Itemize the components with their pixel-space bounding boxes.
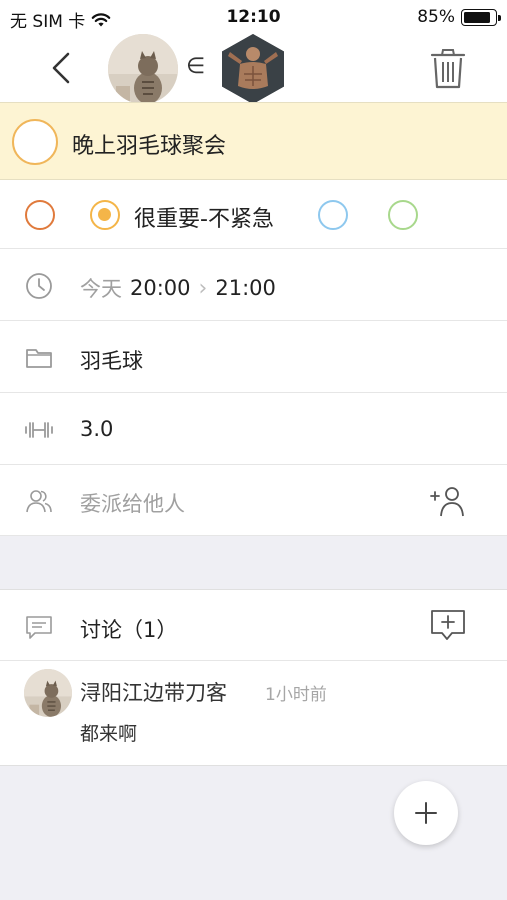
delegate-placeholder: 委派给他人 <box>80 492 185 516</box>
time-range: 今天 20:00 › 21:00 <box>80 273 276 303</box>
trash-icon[interactable] <box>428 46 468 90</box>
time-start[interactable]: 20:00 <box>130 276 191 300</box>
time-row[interactable]: 今天 20:00 › 21:00 <box>0 249 507 321</box>
chevron-left-icon[interactable] <box>42 48 82 88</box>
priority-urgent-important[interactable] <box>25 200 55 230</box>
discussion-label: 讨论（1） <box>80 618 178 642</box>
task-title[interactable]: 晚上羽毛球聚会 <box>72 128 226 160</box>
battery-level <box>464 11 490 23</box>
add-button[interactable] <box>394 781 458 845</box>
priority-row: 很重要-不紧急 <box>0 180 507 249</box>
section-spacer <box>0 536 507 590</box>
battery-icon <box>461 8 501 26</box>
cat-avatar-image <box>24 669 72 717</box>
battery-group: 85% <box>417 7 501 27</box>
task-title-row: 晚上羽毛球聚会 <box>0 102 507 180</box>
clock-icon <box>26 273 52 299</box>
weight-row[interactable]: 3.0 <box>0 393 507 465</box>
status-bar: 无 SIM 卡 12:10 85% <box>0 0 507 34</box>
muscle-man-avatar-image <box>222 34 284 104</box>
owner-avatar[interactable] <box>108 34 178 104</box>
priority-selected-dot <box>98 208 111 221</box>
category-value: 羽毛球 <box>80 349 143 373</box>
belongs-to-icon: ∈ <box>186 54 206 79</box>
delegate-row[interactable]: 委派给他人 <box>0 464 507 536</box>
cat-avatar-image <box>108 34 178 104</box>
battery-percent: 85% <box>417 7 455 27</box>
comment-author: 浔阳江边带刀客 <box>80 681 227 705</box>
task-complete-checkbox[interactable] <box>12 119 58 165</box>
priority-urgent-not-important[interactable] <box>318 200 348 230</box>
comment-icon <box>26 616 52 639</box>
folder-icon <box>26 349 52 368</box>
comment-item: 浔阳江边带刀客 1小时前 都来啊 <box>0 661 507 765</box>
priority-not-urgent-not-important[interactable] <box>388 200 418 230</box>
member-avatar[interactable] <box>222 34 284 104</box>
time-end[interactable]: 21:00 <box>215 276 276 300</box>
add-person-icon[interactable] <box>428 484 468 518</box>
dumbbell-icon <box>25 422 53 438</box>
people-icon <box>26 490 52 513</box>
weight-value: 3.0 <box>80 417 114 441</box>
plus-icon <box>415 802 437 824</box>
nav-bar: ∈ <box>0 34 507 104</box>
priority-important-not-urgent[interactable] <box>90 200 120 230</box>
add-comment-icon[interactable] <box>430 608 466 642</box>
comment-author-avatar[interactable] <box>24 669 72 717</box>
chevron-right-icon: › <box>198 275 208 301</box>
time-day: 今天 <box>80 277 122 301</box>
discussion-header: 讨论（1） <box>0 590 507 661</box>
priority-label: 很重要-不紧急 <box>134 207 274 232</box>
category-row[interactable]: 羽毛球 <box>0 321 507 393</box>
comment-time: 1小时前 <box>265 685 327 705</box>
comment-text: 都来啊 <box>80 723 138 745</box>
